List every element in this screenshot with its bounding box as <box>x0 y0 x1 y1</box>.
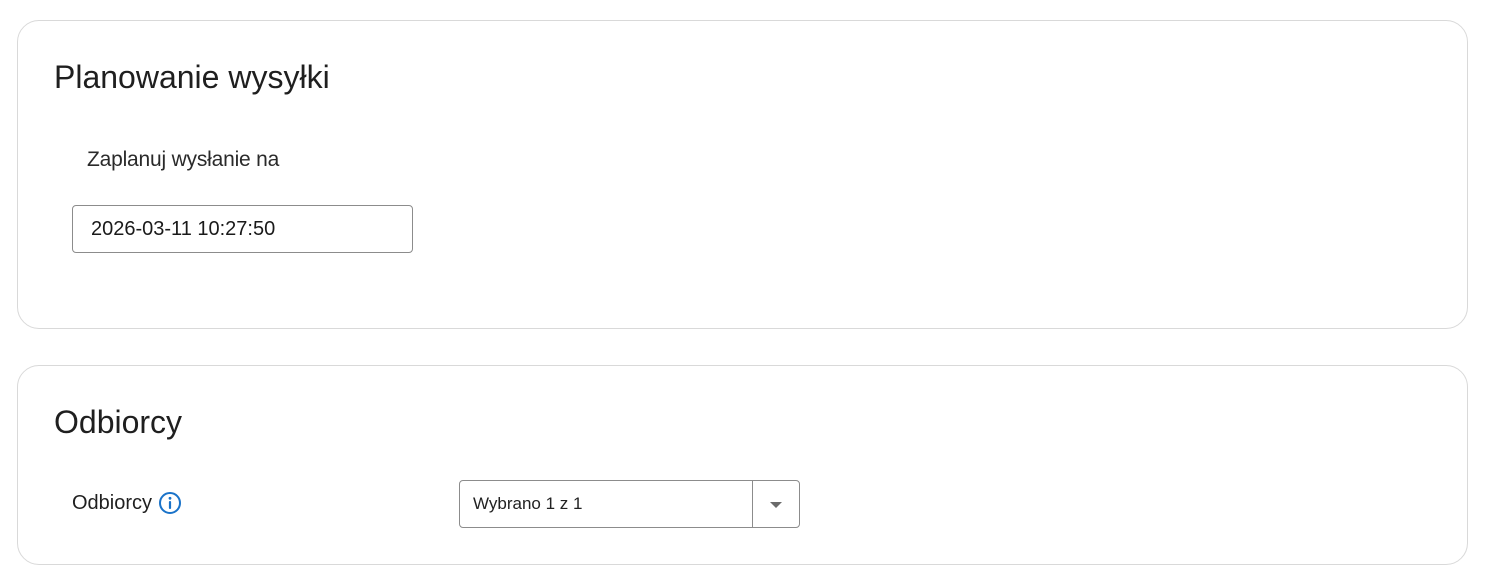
recipients-card: Odbiorcy Odbiorcy Wybrano 1 z 1 <box>17 365 1468 565</box>
schedule-title: Planowanie wysyłki <box>54 59 330 95</box>
schedule-label: Zaplanuj wysłanie na <box>87 148 280 171</box>
info-circle-icon[interactable] <box>158 491 182 515</box>
recipients-select[interactable]: Wybrano 1 z 1 <box>459 480 800 528</box>
caret-down-icon <box>770 502 782 508</box>
schedule-card: Planowanie wysyłki Zaplanuj wysłanie na <box>17 20 1468 329</box>
recipients-field-label: Odbiorcy <box>72 491 182 515</box>
recipients-select-toggle[interactable] <box>752 481 799 527</box>
recipients-title: Odbiorcy <box>54 404 183 440</box>
recipients-label: Odbiorcy <box>72 491 153 514</box>
schedule-datetime-input[interactable] <box>72 205 413 253</box>
recipients-select-value[interactable]: Wybrano 1 z 1 <box>460 481 752 527</box>
